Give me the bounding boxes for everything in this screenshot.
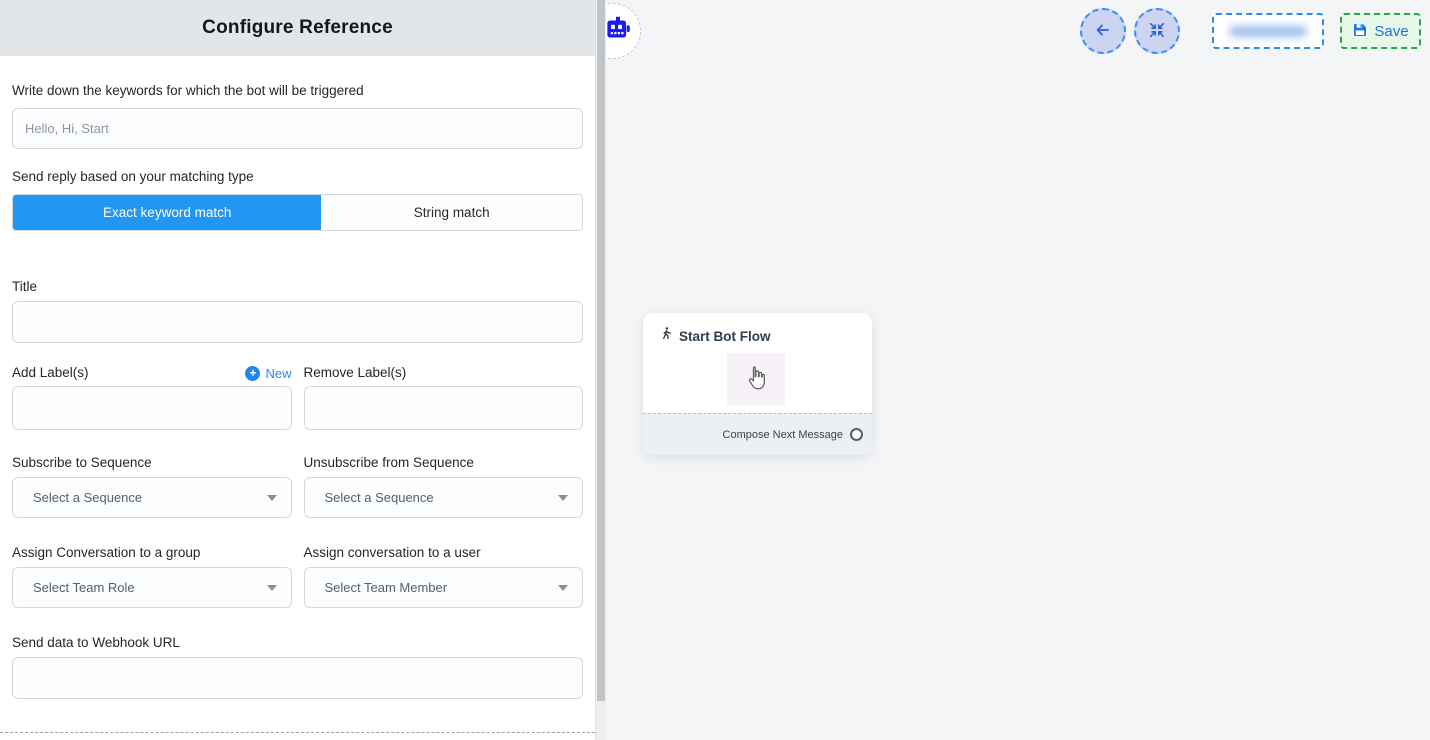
subscribe-sequence-value: Select a Sequence	[33, 490, 142, 505]
new-label-link[interactable]: + New	[245, 366, 291, 381]
subscribe-sequence-label: Subscribe to Sequence	[12, 454, 292, 472]
subscribe-sequence-select[interactable]: Select a Sequence	[12, 477, 292, 518]
back-button[interactable]	[1080, 8, 1126, 54]
panel-title: Configure Reference	[202, 17, 393, 39]
assign-user-label: Assign conversation to a user	[304, 544, 584, 562]
blurred-action-button[interactable]	[1212, 13, 1324, 49]
node-header: Start Bot Flow	[643, 313, 872, 346]
team-member-value: Select Team Member	[325, 580, 448, 595]
sequence-row: Subscribe to Sequence Select a Sequence …	[12, 454, 583, 518]
start-bot-flow-node[interactable]: Start Bot Flow Compose Next Message	[643, 313, 872, 455]
webhook-input[interactable]	[12, 657, 583, 699]
fit-view-button[interactable]	[1134, 8, 1180, 54]
unsubscribe-sequence-value: Select a Sequence	[325, 490, 434, 505]
keywords-label: Write down the keywords for which the bo…	[12, 82, 583, 100]
title-input[interactable]	[12, 301, 583, 343]
title-label: Title	[12, 278, 583, 296]
save-button[interactable]: Save	[1340, 13, 1421, 49]
labels-row: Add Label(s) + New Remove Label(s)	[12, 364, 583, 430]
team-role-select[interactable]: Select Team Role	[12, 567, 292, 608]
bot-flow-builder-app: Save Start Bot Flow	[0, 0, 1430, 740]
remove-label-label: Remove Label(s)	[304, 364, 407, 382]
blurred-label	[1229, 26, 1307, 37]
caret-down-icon	[558, 495, 568, 501]
panel-header: Configure Reference	[0, 0, 595, 56]
caret-down-icon	[267, 585, 277, 591]
tab-string-match[interactable]: String match	[321, 195, 582, 230]
hand-cursor	[727, 353, 785, 405]
add-label-label: Add Label(s)	[12, 364, 89, 382]
connector-handle[interactable]	[850, 428, 863, 441]
add-labels-input[interactable]	[12, 386, 292, 430]
assign-group-label: Assign Conversation to a group	[12, 544, 292, 562]
unsubscribe-sequence-select[interactable]: Select a Sequence	[304, 477, 584, 518]
scrollbar-thumb[interactable]	[597, 0, 605, 701]
configure-reference-panel: Configure Reference Write down the keywo…	[0, 0, 596, 740]
keywords-input[interactable]	[12, 108, 583, 149]
save-button-label: Save	[1374, 23, 1408, 40]
back-arrow-icon	[1093, 20, 1113, 43]
walking-person-icon	[659, 326, 673, 346]
save-icon	[1352, 22, 1368, 41]
caret-down-icon	[267, 495, 277, 501]
compress-icon	[1148, 21, 1166, 42]
panel-body: Write down the keywords for which the bo…	[0, 82, 595, 699]
new-label-link-text: New	[265, 366, 291, 381]
plus-icon: +	[245, 366, 260, 381]
flow-canvas[interactable]: Save Start Bot Flow	[596, 0, 1430, 740]
team-member-select[interactable]: Select Team Member	[304, 567, 584, 608]
caret-down-icon	[558, 585, 568, 591]
panel-bottom-divider	[0, 732, 595, 733]
node-title: Start Bot Flow	[679, 329, 771, 344]
unsubscribe-sequence-label: Unsubscribe from Sequence	[304, 454, 584, 472]
node-footer: Compose Next Message	[643, 413, 872, 455]
panel-scrollbar[interactable]	[596, 0, 606, 740]
team-role-value: Select Team Role	[33, 580, 135, 595]
assign-row: Assign Conversation to a group Select Te…	[12, 544, 583, 608]
tab-exact-keyword-match[interactable]: Exact keyword match	[13, 195, 321, 230]
webhook-label: Send data to Webhook URL	[12, 634, 583, 652]
compose-next-message-label: Compose Next Message	[723, 429, 843, 441]
matching-type-label: Send reply based on your matching type	[12, 168, 583, 186]
remove-labels-input[interactable]	[304, 386, 584, 430]
matching-type-toggle: Exact keyword match String match	[12, 194, 583, 231]
